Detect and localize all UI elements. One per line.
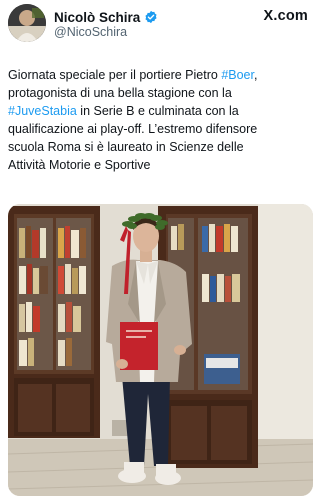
tweet-text: Attività Motorie e Sportive xyxy=(8,158,151,172)
avatar-photo-icon xyxy=(8,4,46,42)
tweet-body: Giornata speciale per il portiere Pietro… xyxy=(8,66,318,174)
tweet-text: Giornata speciale per il portiere Pietro xyxy=(8,68,222,82)
hashtag-link[interactable]: #Boer xyxy=(221,68,254,82)
tweet-line-4: qualificazione ai play-off. L’estremo di… xyxy=(8,120,318,138)
author-name-row: Nicolò Schira xyxy=(54,8,158,26)
tweet-text: in Serie B e culminata con la xyxy=(76,104,239,118)
tweet-text: scuola Roma si è laureato in Scienze del… xyxy=(8,140,244,154)
tweet-line-1: Giornata speciale per il portiere Pietro… xyxy=(8,66,318,84)
x-logo[interactable]: X.com xyxy=(263,8,308,24)
tweet-photo[interactable] xyxy=(8,204,313,496)
author-display-name[interactable]: Nicolò Schira xyxy=(54,10,140,25)
verified-badge-icon xyxy=(144,10,158,24)
avatar[interactable] xyxy=(8,4,46,42)
hashtag-link[interactable]: #JuveStabia xyxy=(8,104,77,118)
tweet-line-6: Attività Motorie e Sportive xyxy=(8,156,318,174)
tweet-text: qualificazione ai play-off. L’estremo di… xyxy=(8,122,258,136)
tweet-line-3: #JuveStabia in Serie B e culminata con l… xyxy=(8,102,318,120)
tweet-text: protagonista di una bella stagione con l… xyxy=(8,86,232,100)
author-handle[interactable]: @NicoSchira xyxy=(54,25,127,39)
tweet-line-5: scuola Roma si è laureato in Scienze del… xyxy=(8,138,318,156)
graduation-photo xyxy=(8,204,313,496)
tweet-card: Nicolò Schira @NicoSchira X.com Giornata… xyxy=(0,0,322,500)
tweet-line-2: protagonista di una bella stagione con l… xyxy=(8,84,318,102)
tweet-header: Nicolò Schira @NicoSchira X.com xyxy=(0,0,322,50)
tweet-text: , xyxy=(253,68,258,82)
